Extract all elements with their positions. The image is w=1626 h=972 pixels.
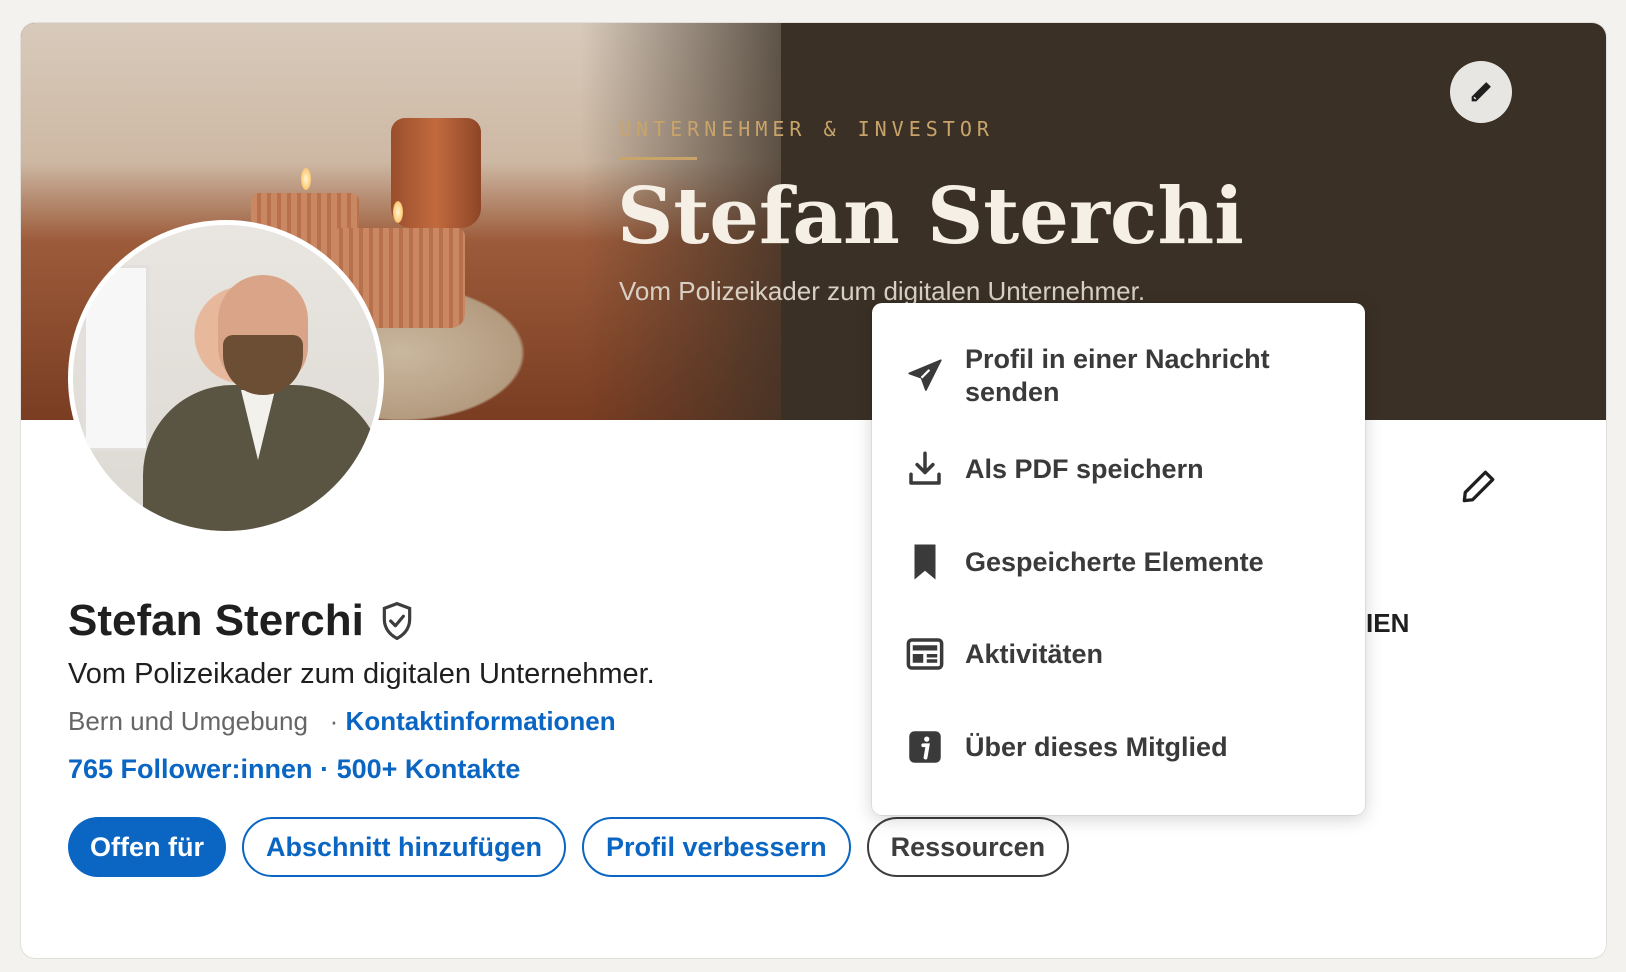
bookmark-icon <box>902 539 948 585</box>
banner-rule <box>619 157 697 160</box>
pencil-icon <box>1471 82 1491 102</box>
truncated-text: IEN <box>1366 608 1410 638</box>
profile-card: UNTERNEHMER & INVESTOR Stefan Sterchi Vo… <box>21 23 1606 958</box>
contact-info-link[interactable]: Kontaktinformationen <box>346 706 616 736</box>
download-icon <box>902 446 948 492</box>
improve-profile-button[interactable]: Profil verbessern <box>581 817 851 877</box>
activity-icon <box>902 631 948 677</box>
avatar-window <box>83 265 149 451</box>
add-section-button[interactable]: Abschnitt hinzufügen <box>242 817 566 877</box>
verified-shield-icon[interactable] <box>378 600 416 642</box>
info-icon <box>902 724 948 770</box>
banner-name: Stefan Sterchi <box>617 171 1244 262</box>
profile-headline: Vom Polizeikader zum digitalen Unternehm… <box>68 658 655 690</box>
profile-location: Bern und Umgebung <box>68 706 308 736</box>
banner-flame-image <box>393 201 403 223</box>
stats-row: 765 Follower:innen · 500+ Kontakte <box>68 754 520 785</box>
edit-intro-button[interactable] <box>1451 458 1507 514</box>
menu-item-label: Über dieses Mitglied <box>965 731 1228 762</box>
avatar[interactable] <box>68 220 384 536</box>
followers-link[interactable]: 765 Follower:innen <box>68 754 313 784</box>
profile-name: Stefan Sterchi <box>68 596 364 645</box>
menu-item-send-profile[interactable]: Profil in einer Nachricht senden <box>872 336 1365 416</box>
menu-item-activity[interactable]: Aktivitäten <box>872 628 1365 680</box>
profile-actions: Offen für Abschnitt hinzufügen Profil ve… <box>68 817 1070 877</box>
menu-item-save-pdf[interactable]: Als PDF speichern <box>872 443 1365 495</box>
banner-kicker: UNTERNEHMER & INVESTOR <box>619 117 994 141</box>
menu-item-label: Aktivitäten <box>965 638 1104 669</box>
separator-dot: · <box>320 754 330 784</box>
separator-dot: · <box>329 706 339 736</box>
banner-jug-image <box>391 118 481 228</box>
menu-item-label: Als PDF speichern <box>965 453 1204 484</box>
edit-banner-button[interactable] <box>1450 61 1512 123</box>
resources-button[interactable]: Ressourcen <box>866 817 1070 877</box>
menu-item-about-member[interactable]: Über dieses Mitglied <box>872 721 1365 773</box>
open-to-button[interactable]: Offen für <box>68 817 226 877</box>
menu-item-label: Profil in einer Nachricht senden <box>965 344 1270 407</box>
connections-link[interactable]: 500+ Kontakte <box>337 754 521 784</box>
menu-item-saved-items[interactable]: Gespeicherte Elemente <box>872 536 1365 588</box>
send-icon <box>902 353 948 399</box>
pencil-icon <box>1462 470 1495 503</box>
resources-dropdown-menu: Profil in einer Nachricht senden Als PDF… <box>872 303 1365 815</box>
banner-flame-image <box>301 168 311 190</box>
name-row: Stefan Sterchi <box>68 596 416 646</box>
location-row: Bern und Umgebung · Kontaktinformationen <box>68 706 616 737</box>
menu-item-label: Gespeicherte Elemente <box>965 546 1264 577</box>
separator-dot <box>315 706 329 736</box>
